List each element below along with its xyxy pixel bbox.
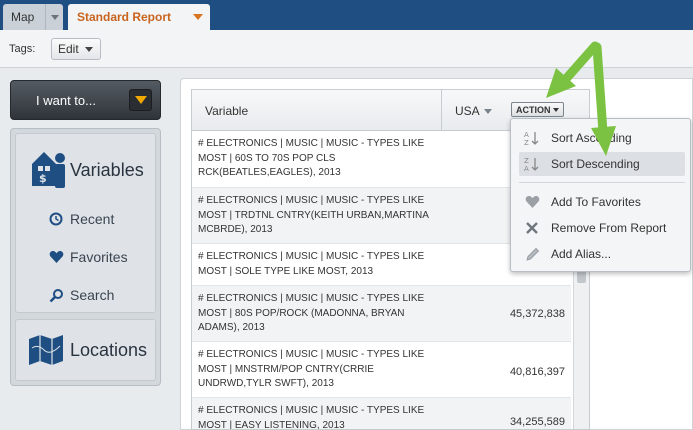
table-row[interactable]: # ELECTRONICS | MUSIC | MUSIC - TYPES LI… (192, 398, 571, 430)
magnifier-icon (48, 287, 64, 303)
menu-item-remove-from-report[interactable]: Remove From Report (519, 216, 685, 240)
chevron-down-icon (483, 108, 492, 114)
svg-text:Z: Z (524, 139, 529, 146)
menu-item-label: Add To Favorites (551, 195, 641, 209)
nav-recent-label: Recent (70, 211, 115, 227)
tags-label: Tags: (9, 43, 36, 55)
row-value: 34,255,589 (509, 416, 565, 428)
column-header-variable[interactable]: Variable (205, 104, 248, 118)
menu-divider (519, 182, 685, 183)
chevron-down-icon (50, 14, 59, 20)
tab-map-label: Map (11, 10, 35, 24)
nav-search-label: Search (70, 287, 115, 303)
menu-item-label: Remove From Report (551, 221, 667, 235)
scrollbar-thumb[interactable] (577, 271, 586, 283)
i-want-to-dropdown[interactable] (129, 89, 152, 111)
chevron-down-icon (193, 14, 203, 20)
row-variable: # ELECTRONICS | MUSIC | MUSIC - TYPES LI… (198, 195, 429, 235)
tags-bar: Tags: Edit (0, 30, 693, 68)
i-want-to-button[interactable]: I want to... (10, 80, 161, 120)
map-icon (28, 334, 64, 369)
chevron-down-icon (134, 96, 147, 104)
heart-icon (523, 193, 541, 211)
sort-descending-icon: ZA (523, 155, 541, 173)
column-divider (441, 90, 442, 131)
svg-text:Z: Z (524, 157, 529, 165)
chevron-down-icon (85, 47, 93, 52)
row-variable: # ELECTRONICS | MUSIC | MUSIC - TYPES LI… (198, 405, 425, 430)
tab-standard-report-label: Standard Report (77, 10, 172, 24)
menu-item-label: Add Alias... (551, 247, 612, 261)
chevron-down-icon (553, 108, 559, 112)
menu-item-label: Sort Ascending (551, 131, 632, 145)
nav-favorites[interactable]: Favorites (48, 249, 128, 265)
row-variable: # ELECTRONICS | MUSIC | MUSIC - TYPES LI… (198, 349, 425, 389)
svg-text:A: A (524, 131, 529, 139)
i-want-to-label: I want to... (36, 93, 96, 108)
menu-item-label: Sort Descending (551, 157, 640, 171)
table-row[interactable]: # ELECTRONICS | MUSIC | MUSIC - TYPES LI… (192, 286, 571, 342)
sort-ascending-icon: AZ (523, 129, 541, 147)
variables-section: $ Variables Recent Favorites Search (15, 133, 156, 313)
tab-bar: Map Standard Report (0, 0, 693, 30)
tab-map[interactable]: Map (3, 4, 63, 30)
nav-favorites-label: Favorites (70, 249, 128, 265)
action-menu: AZ Sort Ascending ZA Sort Descending Add… (510, 118, 691, 272)
svg-text:$: $ (39, 172, 47, 185)
tab-map-dropdown[interactable] (45, 4, 63, 30)
locations-title[interactable]: Locations (70, 340, 147, 361)
action-button[interactable]: ACTION (511, 102, 564, 117)
action-button-label: ACTION (516, 104, 551, 115)
nav-search[interactable]: Search (48, 287, 114, 303)
variables-title[interactable]: Variables (70, 160, 144, 181)
variables-icon: $ (30, 146, 68, 193)
tab-standard-report[interactable]: Standard Report (68, 4, 210, 30)
heart-icon (48, 249, 64, 265)
edit-tags-button[interactable]: Edit (51, 38, 101, 60)
column-header-usa-label: USA (455, 104, 480, 118)
x-icon (523, 219, 541, 237)
row-value: 40,816,397 (509, 366, 565, 378)
menu-item-sort-descending[interactable]: ZA Sort Descending (519, 152, 685, 176)
tab-standard-report-dropdown[interactable] (186, 4, 210, 30)
locations-section: Locations (15, 319, 156, 381)
row-variable: # ELECTRONICS | MUSIC | MUSIC - TYPES LI… (198, 251, 425, 277)
svg-text:A: A (524, 165, 529, 172)
menu-item-add-to-favorites[interactable]: Add To Favorites (519, 190, 685, 214)
table-row[interactable]: # ELECTRONICS | MUSIC | MUSIC - TYPES LI… (192, 342, 571, 398)
clock-icon (48, 211, 64, 227)
edit-tags-label: Edit (58, 42, 79, 56)
menu-item-add-alias[interactable]: Add Alias... (519, 242, 685, 266)
column-header-usa[interactable]: USA (455, 104, 492, 118)
row-value: 45,372,838 (509, 308, 565, 320)
left-panel: $ Variables Recent Favorites Search Loca… (10, 128, 161, 386)
nav-recent[interactable]: Recent (48, 211, 114, 227)
pencil-icon (523, 245, 541, 263)
row-variable: # ELECTRONICS | MUSIC | MUSIC - TYPES LI… (198, 293, 425, 333)
row-variable: # ELECTRONICS | MUSIC | MUSIC - TYPES LI… (198, 138, 425, 178)
menu-item-sort-ascending[interactable]: AZ Sort Ascending (519, 126, 685, 150)
